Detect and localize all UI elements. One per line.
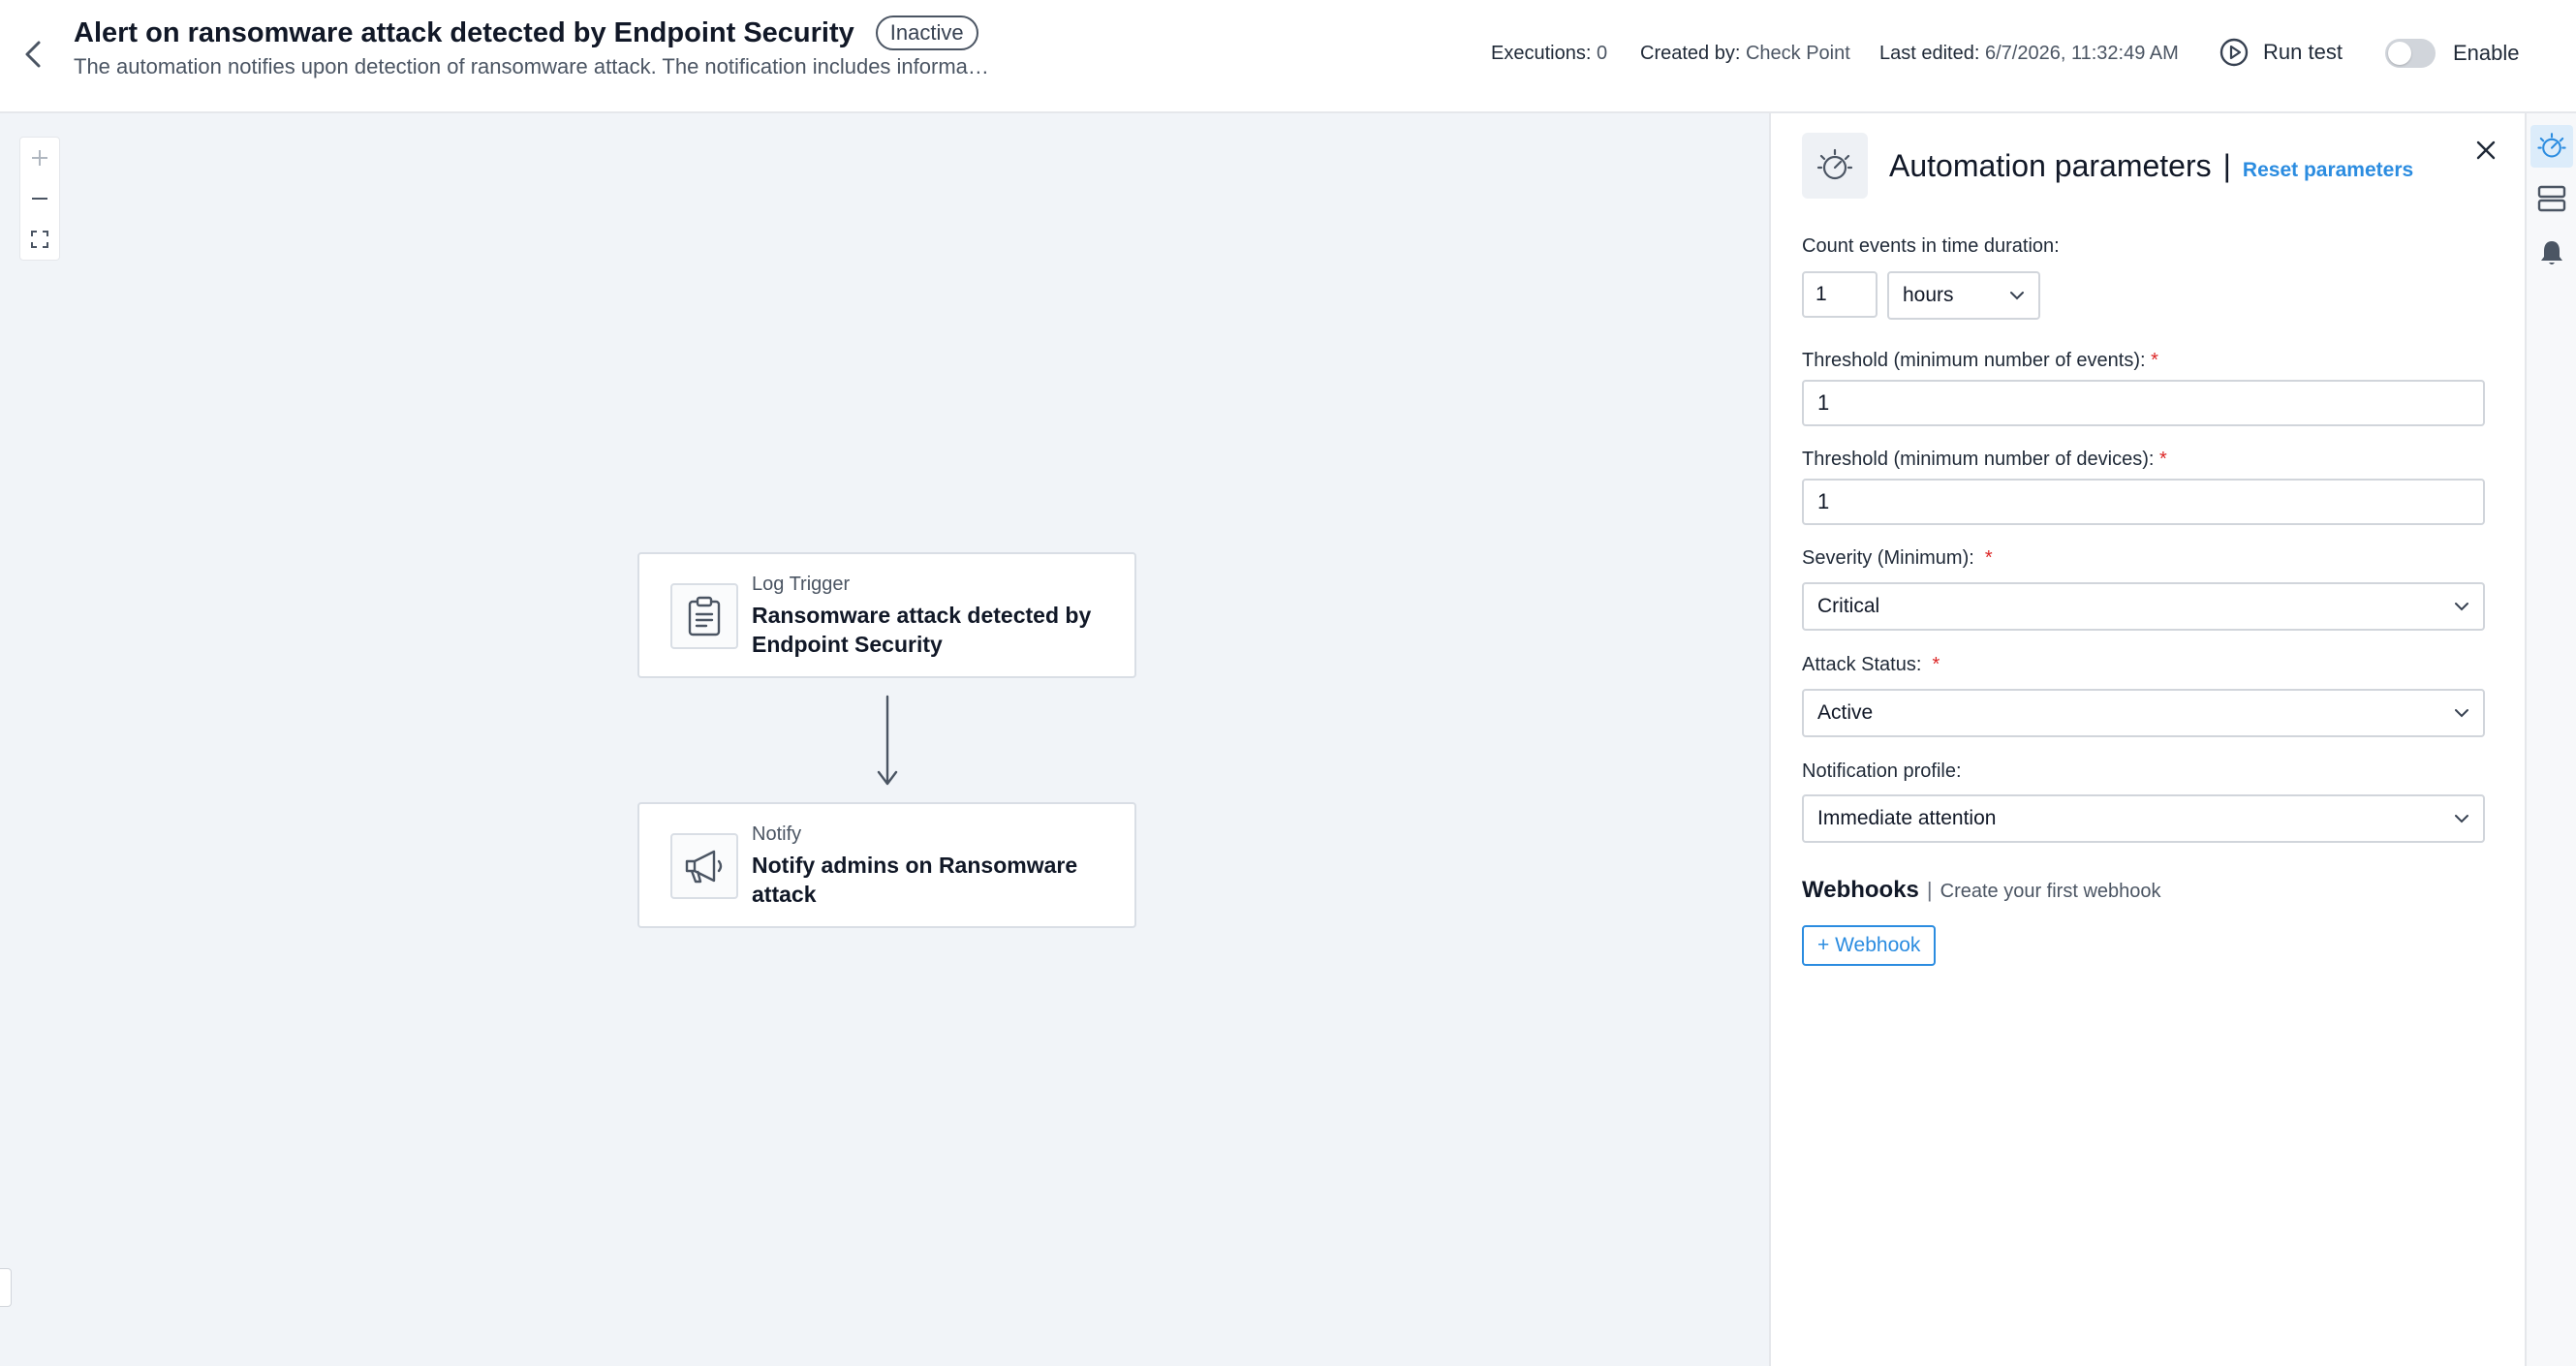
zoom-out-button[interactable] [20,178,59,219]
panel-title-separator: | [2222,148,2231,183]
bell-icon [2541,241,2562,264]
notification-profile-value: Immediate attention [1817,807,1997,829]
fit-screen-button[interactable] [20,219,59,260]
required-marker: * [2151,350,2158,371]
automation-icon [2537,133,2566,158]
chevron-down-icon [2010,292,2024,300]
notification-profile-label: Notification profile: [1802,761,1962,782]
last-edited-value: 6/7/2026, 11:32:49 AM [1984,43,2179,64]
workflow-node-trigger[interactable]: Log Trigger Ransomware attack detected b… [637,552,1136,678]
node-name-label: Ransomware attack detected by Endpoint S… [752,603,1092,657]
severity-select[interactable]: Critical [1802,582,2485,631]
last-edited-label: Last edited: [1879,43,1980,64]
rail-layout-button[interactable] [2530,177,2573,220]
clipboard-icon [688,596,721,636]
flow-arrow [877,695,898,786]
severity-value: Critical [1817,595,1880,617]
workflow-canvas[interactable]: Log Trigger Ransomware attack detected b… [0,113,1769,1366]
zoom-out-icon [32,198,47,200]
enable-label: Enable [2453,41,2520,65]
last-edited-meta: Last edited: 6/7/2026, 11:32:49 AM [1879,43,2179,65]
node-icon-box [670,583,738,649]
node-type-label: Log Trigger [752,574,851,595]
workflow-node-notify[interactable]: Notify Notify admins on Ransomware attac… [637,802,1136,928]
megaphone-icon [685,850,723,884]
chevron-down-icon [2455,603,2468,611]
automation-description: The automation notifies upon detection o… [74,54,994,78]
title-row: Alert on ransomware attack detected by E… [74,16,978,50]
rail-automation-button[interactable] [2530,125,2573,168]
automation-header: Alert on ransomware attack detected by E… [0,0,2576,113]
duration-unit-value: hours [1903,284,1954,306]
created-by-label: Created by: [1640,43,1741,64]
automation-parameters-panel: Automation parameters | Reset parameters… [1769,113,2525,1366]
webhooks-hint: Create your first webhook [1940,881,2161,902]
panel-icon-box [1802,133,1868,199]
layout-icon [2537,185,2566,212]
duration-unit-select[interactable]: hours [1887,271,2040,320]
required-marker: * [2159,449,2167,470]
created-by-meta: Created by: Check Point [1640,43,1850,65]
required-marker: * [1984,547,1993,569]
severity-label: Severity (Minimum): * [1802,547,1993,570]
threshold-events-input[interactable] [1802,380,2485,426]
webhooks-header: Webhooks | Create your first webhook [1802,877,2161,904]
zoom-in-button[interactable] [20,138,59,178]
status-badge: Inactive [875,16,978,50]
page-title: Alert on ransomware attack detected by E… [74,16,854,48]
zoom-controls [19,137,60,261]
duration-value-input[interactable] [1802,271,1878,318]
webhooks-title: Webhooks [1802,877,1919,903]
enable-toggle[interactable] [2385,39,2436,68]
chevron-down-icon [2455,815,2468,823]
threshold-devices-input[interactable] [1802,479,2485,525]
severity-text: Severity (Minimum): [1802,547,1974,569]
node-type-label: Notify [752,823,802,845]
play-circle-icon [2219,38,2249,67]
run-test-label: Run test [2263,40,2343,64]
created-by-value: Check Point [1745,43,1850,64]
reset-parameters-link[interactable]: Reset parameters [2243,159,2413,182]
required-marker: * [1932,654,1940,675]
panel-title: Automation parameters [1889,148,2212,183]
side-rail [2525,113,2576,1366]
canvas-side-tab[interactable] [0,1268,12,1307]
threshold-devices-text: Threshold (minimum number of devices): [1802,449,2155,470]
chevron-left-icon [25,41,41,68]
notification-profile-select[interactable]: Immediate attention [1802,794,2485,843]
panel-title-row: Automation parameters | Reset parameters [1889,148,2413,184]
fit-screen-icon [31,231,48,248]
executions-value: 0 [1596,43,1608,64]
node-icon-box [670,833,738,899]
threshold-events-text: Threshold (minimum number of events): [1802,350,2146,371]
executions-meta: Executions: 0 [1491,43,1607,65]
run-test-button[interactable]: Run test [2219,37,2343,68]
attack-status-label: Attack Status: * [1802,654,1940,676]
node-name-label: Notify admins on Ransomware attack [752,853,1078,907]
chevron-down-icon [2455,709,2468,718]
zoom-in-icon [32,150,47,166]
executions-label: Executions: [1491,43,1592,64]
add-webhook-button[interactable]: + Webhook [1802,925,1937,966]
threshold-events-label: Threshold (minimum number of events): * [1802,350,2158,372]
automation-icon [1816,148,1853,180]
attack-status-text: Attack Status: [1802,654,1922,675]
threshold-devices-label: Threshold (minimum number of devices): * [1802,449,2167,471]
attack-status-value: Active [1817,701,1874,724]
count-events-label: Count events in time duration: [1802,235,2060,257]
close-icon [2476,140,2496,160]
webhooks-separator: | [1926,878,1933,902]
rail-notifications-button[interactable] [2530,232,2573,274]
enable-control: Enable [2385,39,2520,68]
close-panel-button[interactable] [2468,133,2503,168]
attack-status-select[interactable]: Active [1802,689,2485,737]
back-button[interactable] [16,37,50,72]
